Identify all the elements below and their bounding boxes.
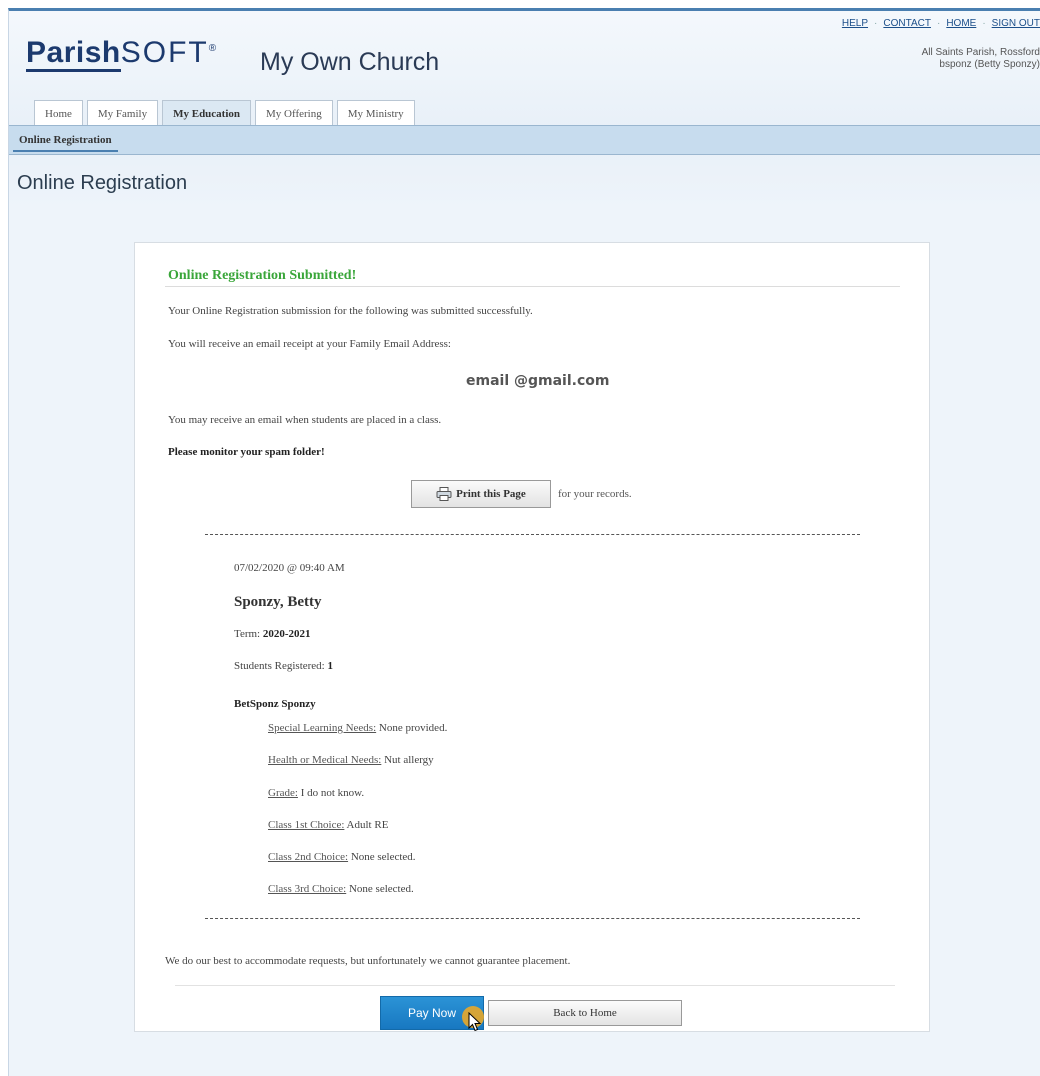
field-label[interactable]: Health or Medical Needs: <box>268 754 381 766</box>
tab-my-offering[interactable]: My Offering <box>255 100 333 126</box>
separator-icon: · <box>982 18 986 29</box>
student-name: BetSponz Sponzy <box>234 698 316 710</box>
placement-message: You may receive an email when students a… <box>168 414 442 426</box>
parishsoft-logo[interactable]: ParishSOFT® <box>26 36 217 72</box>
field-value: Adult RE <box>346 819 389 831</box>
printer-icon <box>436 487 452 501</box>
field-value: I do not know. <box>300 787 365 799</box>
separator-icon: · <box>936 18 941 29</box>
family-name: Sponzy, Betty <box>234 594 322 610</box>
page-title: Online Registration <box>17 172 188 194</box>
sign-out-link[interactable]: SIGN OUT <box>992 18 1040 29</box>
print-button-label: Print this Page <box>456 488 526 500</box>
spam-warning: Please monitor your spam folder! <box>168 446 325 458</box>
logo-bold-text: Parish <box>26 36 121 72</box>
field-class-2nd-choice: Class 2nd Choice: None selected. <box>268 851 416 863</box>
divider <box>165 286 900 287</box>
mouse-cursor-icon <box>468 1012 482 1032</box>
trademark-icon: ® <box>208 43 217 54</box>
placement-disclaimer: We do our best to accommodate requests, … <box>165 955 571 967</box>
field-class-3rd-choice: Class 3rd Choice: None selected. <box>268 883 414 895</box>
success-heading: Online Registration Submitted! <box>168 268 357 283</box>
field-value: None provided. <box>378 722 448 734</box>
tab-my-ministry[interactable]: My Ministry <box>336 100 415 126</box>
submitted-message: Your Online Registration submission for … <box>168 305 533 317</box>
field-label[interactable]: Class 1st Choice: <box>268 819 344 831</box>
students-value: 1 <box>327 660 334 672</box>
field-value: Nut allergy <box>384 754 434 766</box>
term-row: Term: 2020-2021 <box>234 628 311 640</box>
field-value: None selected. <box>350 851 416 863</box>
parish-info: All Saints Parish, Rossford bsponz (Bett… <box>922 47 1040 71</box>
family-email: email @gmail.com <box>466 373 610 389</box>
dashed-divider-top <box>205 534 860 535</box>
dashed-divider-bottom <box>205 918 860 919</box>
field-value: None selected. <box>348 883 414 895</box>
parish-name: All Saints Parish, Rossford <box>921 47 1040 58</box>
field-label[interactable]: Special Learning Needs: <box>268 722 376 734</box>
separator-icon: · <box>874 18 878 29</box>
field-special-learning-needs: Special Learning Needs: None provided. <box>268 722 447 734</box>
print-page-button[interactable]: Print this Page <box>411 480 551 508</box>
church-name: My Own Church <box>260 48 440 76</box>
students-label: Students Registered: <box>234 660 325 672</box>
field-label[interactable]: Class 2nd Choice: <box>268 851 348 863</box>
tab-my-education[interactable]: My Education <box>162 100 252 126</box>
field-label[interactable]: Class 3rd Choice: <box>268 883 346 895</box>
print-note: for your records. <box>558 488 632 500</box>
logo-light-text: SOFT <box>120 36 209 69</box>
sub-navigation: Online Registration <box>9 125 1040 155</box>
term-label: Term: <box>234 628 261 640</box>
subnav-online-registration[interactable]: Online Registration <box>13 134 118 152</box>
record-timestamp: 07/02/2020 @ 09:40 AM <box>234 562 345 574</box>
home-link[interactable]: HOME <box>946 18 976 29</box>
field-class-1st-choice: Class 1st Choice: Adult RE <box>268 819 388 831</box>
term-value: 2020-2021 <box>262 628 311 640</box>
help-link[interactable]: HELP <box>842 18 868 29</box>
field-label[interactable]: Grade: <box>268 787 298 799</box>
main-tabs: Home My Family My Education My Offering … <box>34 100 415 126</box>
user-name: bsponz (Betty Sponzy) <box>939 59 1040 70</box>
field-health-medical-needs: Health or Medical Needs: Nut allergy <box>268 754 434 766</box>
tab-home[interactable]: Home <box>34 100 83 126</box>
contact-link[interactable]: CONTACT <box>883 18 931 29</box>
students-row: Students Registered: 1 <box>234 660 333 672</box>
email-receipt-message: You will receive an email receipt at you… <box>168 338 451 350</box>
divider <box>175 985 895 986</box>
tab-my-family[interactable]: My Family <box>86 100 159 126</box>
top-links: HELP · CONTACT · HOME · SIGN OUT <box>842 18 1040 29</box>
field-grade: Grade: I do not know. <box>268 787 364 799</box>
back-to-home-button[interactable]: Back to Home <box>488 1000 682 1026</box>
